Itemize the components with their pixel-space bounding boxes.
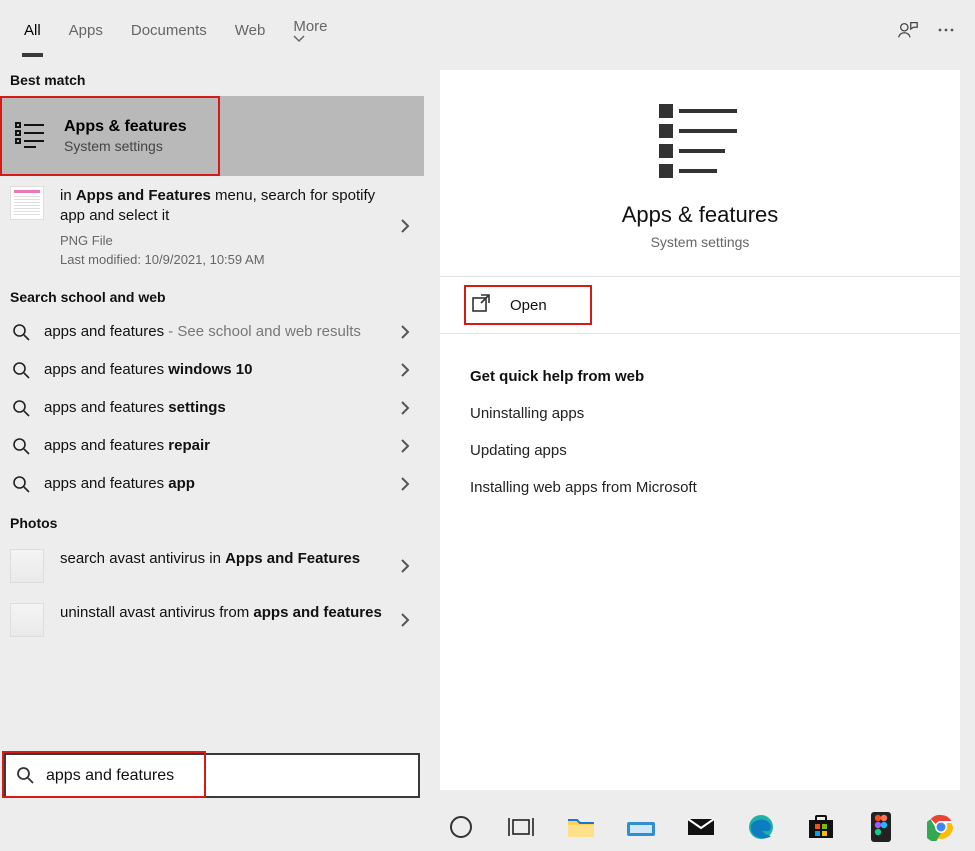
search-box[interactable] (4, 753, 420, 798)
chevron-right-icon (400, 558, 410, 574)
tab-web[interactable]: Web (221, 4, 280, 57)
taskbar (428, 802, 975, 851)
chevron-right-icon (400, 476, 410, 492)
detail-subtitle: System settings (470, 234, 930, 250)
file-result-modified: Last modified: 10/9/2021, 10:59 AM (60, 252, 386, 267)
help-link[interactable]: Uninstalling apps (470, 405, 930, 422)
search-input[interactable] (46, 767, 408, 785)
tab-more-label: More (293, 18, 327, 35)
file-result-type: PNG File (60, 233, 386, 248)
photo-thumbnail-icon (10, 603, 44, 637)
list-settings-icon (14, 119, 48, 153)
edge-browser-icon[interactable] (740, 806, 782, 848)
more-options-icon[interactable] (927, 11, 965, 49)
web-result[interactable]: apps and features windows 10 (0, 351, 424, 389)
detail-title: Apps & features (470, 202, 930, 228)
chrome-browser-icon[interactable] (920, 806, 962, 848)
tab-all[interactable]: All (10, 4, 55, 57)
open-external-icon (472, 294, 494, 316)
chevron-right-icon (400, 362, 410, 378)
microsoft-store-icon[interactable] (800, 806, 842, 848)
search-icon (10, 397, 32, 419)
tab-more[interactable]: More (279, 0, 345, 61)
figma-icon[interactable] (860, 806, 902, 848)
tab-documents[interactable]: Documents (117, 4, 221, 57)
task-view-icon[interactable] (500, 806, 542, 848)
tab-apps[interactable]: Apps (55, 4, 117, 57)
best-match-item[interactable]: Apps & features System settings (0, 96, 424, 176)
web-result-text: apps and features windows 10 (44, 359, 416, 380)
section-school-web: Search school and web (0, 277, 424, 313)
web-result[interactable]: apps and features - See school and web r… (0, 313, 424, 351)
help-link[interactable]: Installing web apps from Microsoft (470, 479, 930, 496)
search-icon (10, 435, 32, 457)
chevron-right-icon (400, 218, 410, 234)
search-icon (16, 766, 36, 786)
top-tab-bar: All Apps Documents Web More (0, 0, 975, 60)
cortana-icon[interactable] (440, 806, 482, 848)
chevron-right-icon (400, 324, 410, 340)
photo-result[interactable]: uninstall avast antivirus from apps and … (0, 593, 424, 647)
mail-icon[interactable] (680, 806, 722, 848)
file-result-title: in Apps and Features menu, search for sp… (60, 186, 386, 227)
chevron-right-icon (400, 400, 410, 416)
photo-result-title: search avast antivirus in Apps and Featu… (60, 549, 386, 569)
web-result-text: apps and features app (44, 473, 416, 494)
best-match-subtitle: System settings (64, 138, 187, 154)
open-label: Open (510, 297, 547, 314)
search-icon (10, 359, 32, 381)
help-link[interactable]: Updating apps (470, 442, 930, 459)
web-result[interactable]: apps and features settings (0, 389, 424, 427)
chevron-right-icon (400, 612, 410, 628)
file-explorer-icon[interactable] (560, 806, 602, 848)
detail-app-icon (470, 100, 930, 178)
search-icon (10, 321, 32, 343)
web-result-text: apps and features settings (44, 397, 416, 418)
feedback-icon[interactable] (889, 11, 927, 49)
section-photos: Photos (0, 503, 424, 539)
results-pane: Best match Apps & features System settin… (0, 60, 424, 800)
detail-pane: Apps & features System settings Open Get… (440, 70, 960, 790)
web-result-text: apps and features repair (44, 435, 416, 456)
best-match-title: Apps & features (64, 118, 187, 136)
search-icon (10, 473, 32, 495)
photo-result[interactable]: search avast antivirus in Apps and Featu… (0, 539, 424, 593)
photo-result-title: uninstall avast antivirus from apps and … (60, 603, 386, 623)
keyboard-icon[interactable] (620, 806, 662, 848)
web-result[interactable]: apps and features app (0, 465, 424, 503)
chevron-right-icon (400, 438, 410, 454)
help-heading: Get quick help from web (470, 368, 930, 385)
section-best-match: Best match (0, 60, 424, 96)
file-thumbnail-icon (10, 186, 44, 220)
web-result[interactable]: apps and features repair (0, 427, 424, 465)
photo-thumbnail-icon (10, 549, 44, 583)
divider (440, 276, 960, 277)
search-box-container (0, 751, 424, 800)
file-result[interactable]: in Apps and Features menu, search for sp… (0, 176, 424, 277)
chevron-down-icon (293, 35, 331, 43)
open-action[interactable]: Open (470, 283, 930, 327)
divider (440, 333, 960, 334)
detail-pane-container: Apps & features System settings Open Get… (424, 60, 975, 800)
web-result-text: apps and features - See school and web r… (44, 321, 416, 342)
